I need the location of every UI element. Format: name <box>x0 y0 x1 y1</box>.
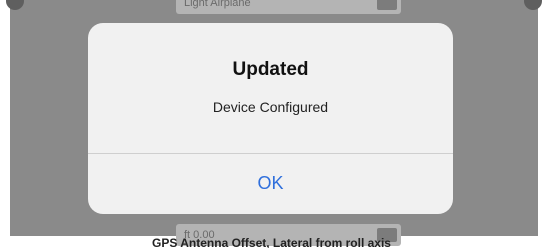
clear-icon[interactable] <box>377 0 397 10</box>
ok-button[interactable]: OK <box>88 154 453 214</box>
background-circle-icon <box>524 0 542 10</box>
aircraft-type-value: Light Airplane <box>184 0 251 9</box>
aircraft-type-field[interactable]: Light Airplane <box>176 0 401 14</box>
background-circle-icon <box>6 0 24 10</box>
antenna-offset-label: GPS Antenna Offset, Lateral from roll ax… <box>152 236 391 248</box>
screenshot: Light Airplane ft 0.00 GPS Antenna Offse… <box>0 0 543 248</box>
alert-title: Updated <box>232 59 309 80</box>
alert-dialog: Updated Device Configured OK <box>88 23 453 214</box>
alert-message: Device Configured <box>212 99 329 115</box>
